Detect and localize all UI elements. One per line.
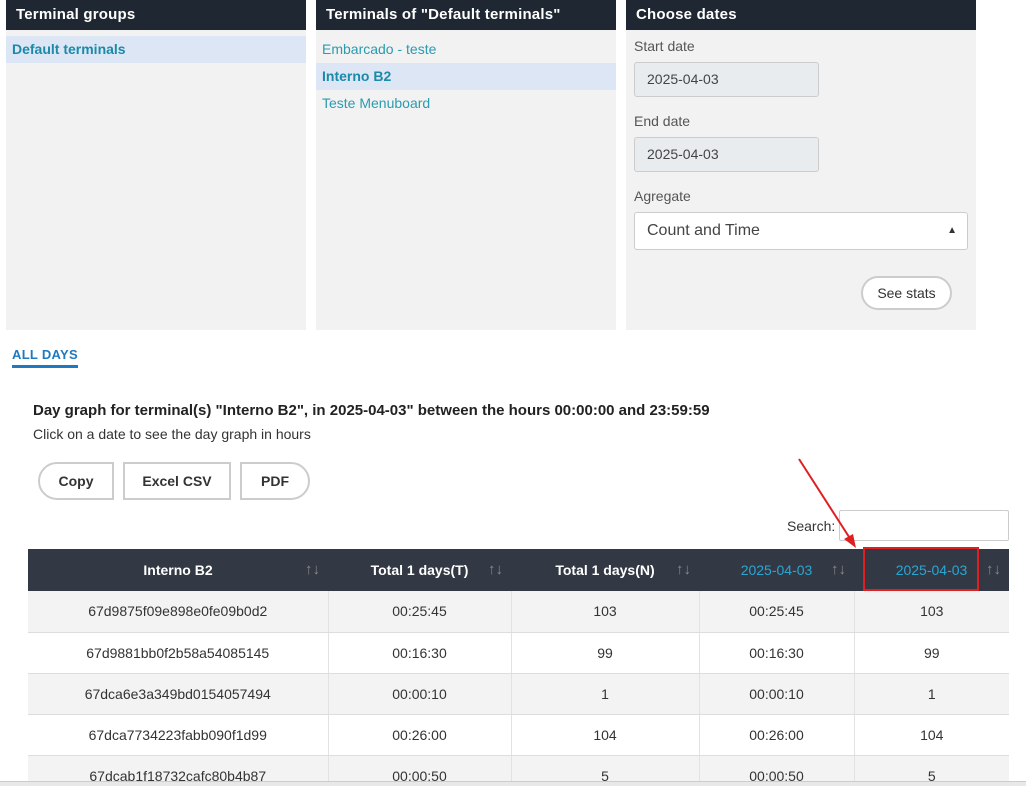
aggregate-value: Count and Time [647,222,760,239]
start-date-input[interactable]: 2025-04-03 [634,62,819,97]
table-cell: 00:16:30 [698,632,854,674]
column-header-date-t[interactable]: 2025-04-03 ↑↓ [699,549,854,591]
terminal-list: Embarcado - teste Interno B2 Teste Menub… [316,30,616,117]
table-cell: 103 [853,591,1009,633]
terminal-groups-panel: Terminal groups Default terminals [6,0,306,330]
graph-title: Day graph for terminal(s) "Interno B2", … [33,402,710,419]
panel-title: Terminals of "Default terminals" [316,0,616,30]
table-cell: 67d9875f09e898e0fe09b0d2 [28,591,328,633]
table-cell: 00:00:10 [698,673,854,715]
column-header-total-t[interactable]: Total 1 days(T) ↑↓ [328,549,511,591]
end-date-label: End date [634,113,691,129]
choose-dates-panel: Choose dates Start date 2025-04-03 End d… [626,0,976,330]
sort-icon: ↑↓ [986,561,1001,578]
terminal-item-interno-b2[interactable]: Interno B2 [316,63,616,90]
table-cell: 1 [510,673,699,715]
table-cell: 00:25:45 [698,591,854,633]
column-header-total-n[interactable]: Total 1 days(N) ↑↓ [511,549,699,591]
table-cell: 99 [510,632,699,674]
table-cell: 103 [510,591,699,633]
table-cell: 00:26:00 [327,714,511,756]
sort-icon: ↑↓ [676,561,691,578]
table-cell: 104 [510,714,699,756]
table-row: 67dca6e3a349bd0154057494 00:00:10 1 00:00:1… [28,673,1009,715]
horizontal-scrollbar[interactable] [0,781,1026,786]
tab-all-days[interactable]: ALL DAYS [12,347,78,368]
sort-icon: ↑↓ [831,561,846,578]
table-row: 67dca7734223fabb090f1d99 00:26:00 104 00:26… [28,714,1009,756]
table-cell: 67d9881bb0f2b58a54085145 [28,632,328,674]
excel-csv-button[interactable]: Excel CSV [123,462,231,500]
table-cell: 00:00:10 [327,673,511,715]
terminal-item-embarcado[interactable]: Embarcado - teste [316,36,616,63]
column-header-date-n[interactable]: 2025-04-03 ↑↓ [854,549,1009,591]
table-cell: 99 [853,632,1009,674]
copy-button[interactable]: Copy [38,462,114,500]
table-cell: 104 [853,714,1009,756]
sort-icon: ↑↓ [488,561,503,578]
table-cell: 67dca7734223fabb090f1d99 [28,714,328,756]
end-date-input[interactable]: 2025-04-03 [634,137,819,172]
aggregate-select[interactable]: Count and Time ▲ [634,212,968,250]
search-input[interactable] [839,510,1009,541]
table-cell: 1 [853,673,1009,715]
table-cell: 00:25:45 [327,591,511,633]
search-label: Search: [787,518,836,534]
see-stats-button[interactable]: See stats [861,276,952,310]
panel-title: Terminal groups [6,0,306,30]
terminal-item-menuboard[interactable]: Teste Menuboard [316,90,616,117]
graph-subtitle: Click on a date to see the day graph in … [33,426,311,442]
group-item-default[interactable]: Default terminals [6,36,306,63]
table-cell: 00:16:30 [327,632,511,674]
start-date-label: Start date [634,38,695,54]
table-cell: 00:26:00 [698,714,854,756]
aggregate-label: Agregate [634,188,691,204]
stats-table: Interno B2 ↑↓ Total 1 days(T) ↑↓ Total 1 d… [28,549,1009,786]
table-row: 67d9875f09e898e0fe09b0d2 00:25:45 103 00:25… [28,591,1009,633]
sort-icon: ↑↓ [305,561,320,578]
table-header-row: Interno B2 ↑↓ Total 1 days(T) ↑↓ Total 1 d… [28,549,1009,591]
panel-title: Choose dates [626,0,976,30]
pdf-button[interactable]: PDF [240,462,310,500]
sort-updown-icon: ▲ [947,225,957,236]
table-cell: 67dca6e3a349bd0154057494 [28,673,328,715]
table-row: 67d9881bb0f2b58a54085145 00:16:30 99 00:16:… [28,632,1009,674]
terminals-panel: Terminals of "Default terminals" Embarca… [316,0,616,330]
column-header-terminal[interactable]: Interno B2 ↑↓ [28,549,328,591]
